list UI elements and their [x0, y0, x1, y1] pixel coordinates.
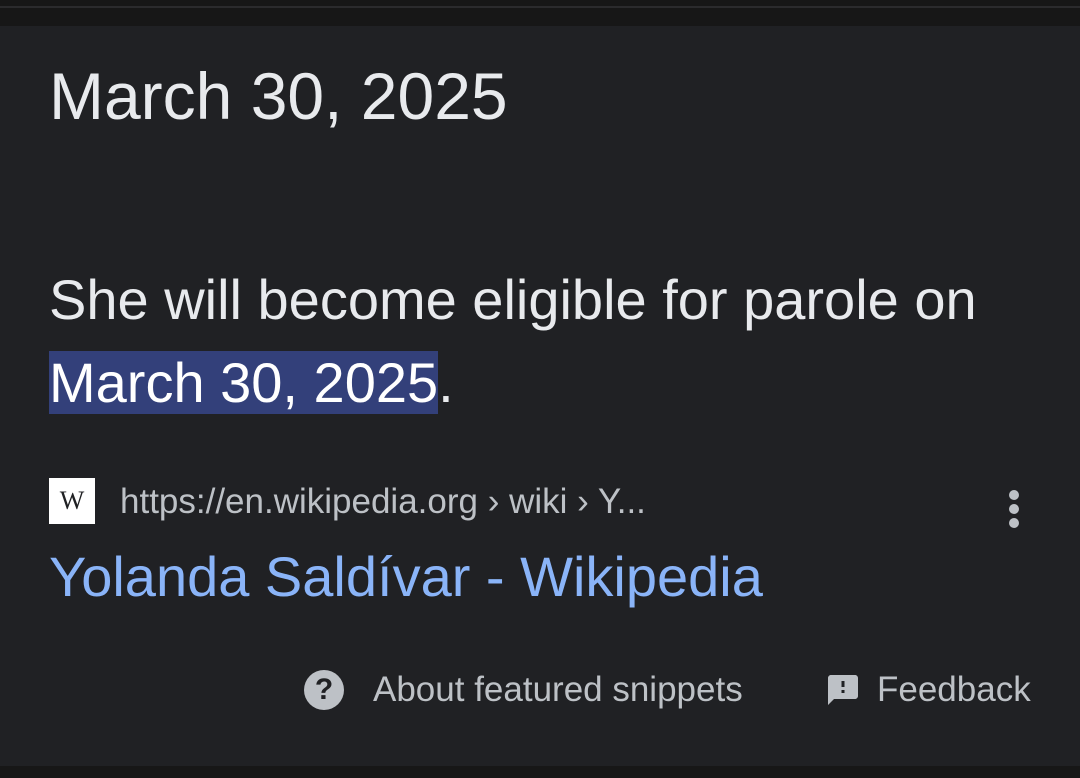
feedback-button[interactable]: Feedback: [825, 667, 1031, 713]
result-title-link[interactable]: Yolanda Saldívar - Wikipedia: [49, 542, 763, 612]
wikipedia-favicon-icon: W: [49, 478, 95, 524]
feedback-icon: [828, 675, 858, 705]
source-row: W https://en.wikipedia.org › wiki › Y...: [49, 474, 1039, 528]
answer-date: March 30, 2025: [49, 59, 508, 133]
snippet-text: She will become eligible for parole on M…: [49, 258, 1039, 424]
snippet-highlight: March 30, 2025: [49, 351, 439, 414]
more-options-button[interactable]: [995, 484, 1033, 530]
snippet-text-after: .: [438, 351, 454, 414]
bottom-strip: [0, 766, 1080, 778]
feedback-label: Feedback: [877, 670, 1031, 709]
top-strip: [0, 0, 1080, 26]
more-vertical-icon-dot: [1009, 504, 1019, 514]
help-circle-icon: ?: [304, 670, 344, 710]
more-vertical-icon-dot: [1009, 518, 1019, 528]
top-divider: [0, 6, 1080, 8]
source-url[interactable]: https://en.wikipedia.org › wiki › Y...: [120, 482, 646, 522]
snippet-text-before: She will become eligible for parole on: [49, 268, 977, 331]
about-featured-snippets-link[interactable]: ? About featured snippets: [304, 667, 743, 713]
more-vertical-icon: [1009, 490, 1019, 500]
about-featured-snippets-label: About featured snippets: [373, 670, 743, 709]
